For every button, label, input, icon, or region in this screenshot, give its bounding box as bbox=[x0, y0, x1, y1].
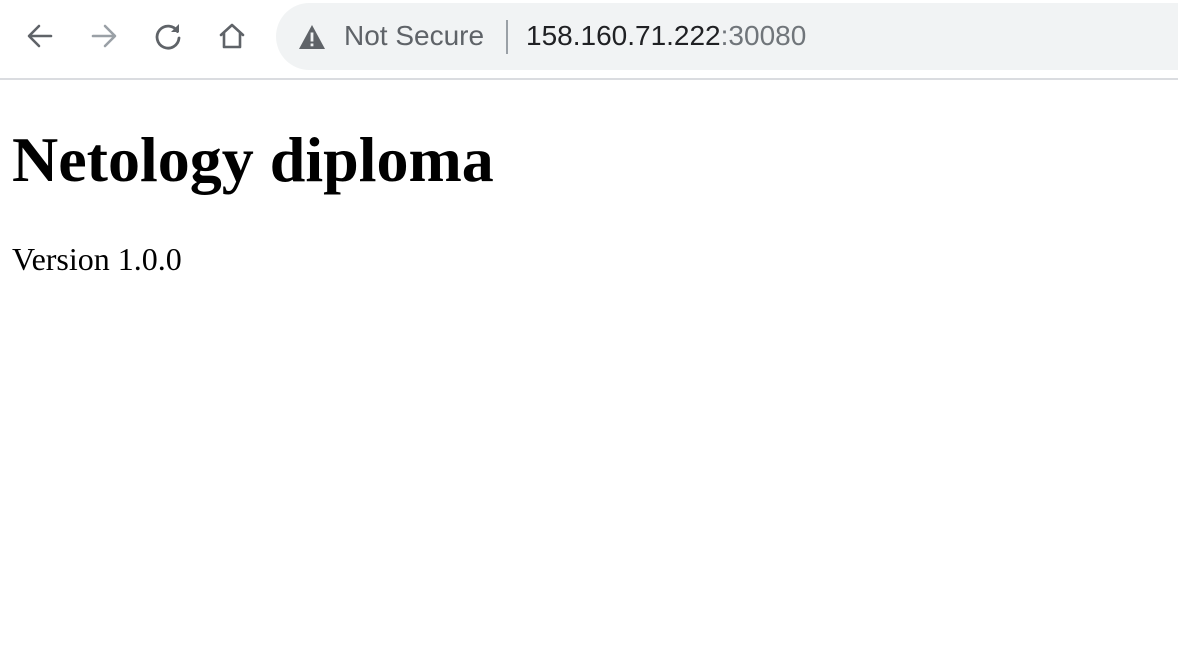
forward-button[interactable] bbox=[82, 14, 126, 58]
security-status-label[interactable]: Not Secure bbox=[344, 18, 484, 54]
home-button[interactable] bbox=[210, 14, 254, 58]
home-icon bbox=[219, 23, 245, 49]
back-button[interactable] bbox=[18, 14, 62, 58]
address-bar[interactable]: Not Secure 158.160.71.222:30080 bbox=[276, 3, 1178, 70]
address-separator bbox=[506, 20, 508, 54]
browser-toolbar: Not Secure 158.160.71.222:30080 bbox=[0, 0, 1178, 80]
warning-triangle-icon[interactable] bbox=[298, 24, 326, 50]
arrow-right-icon bbox=[91, 24, 117, 48]
url-host: 158.160.71.222 bbox=[526, 20, 721, 51]
version-text: Version 1.0.0 bbox=[12, 241, 182, 277]
url-text[interactable]: 158.160.71.222:30080 bbox=[526, 18, 806, 54]
page-title: Netology diploma bbox=[12, 124, 494, 195]
page-content: Netology diploma Version 1.0.0 bbox=[0, 80, 1178, 664]
arrow-left-icon bbox=[27, 24, 53, 48]
reload-icon bbox=[155, 24, 181, 50]
reload-button[interactable] bbox=[146, 14, 190, 58]
url-port: :30080 bbox=[720, 20, 807, 51]
